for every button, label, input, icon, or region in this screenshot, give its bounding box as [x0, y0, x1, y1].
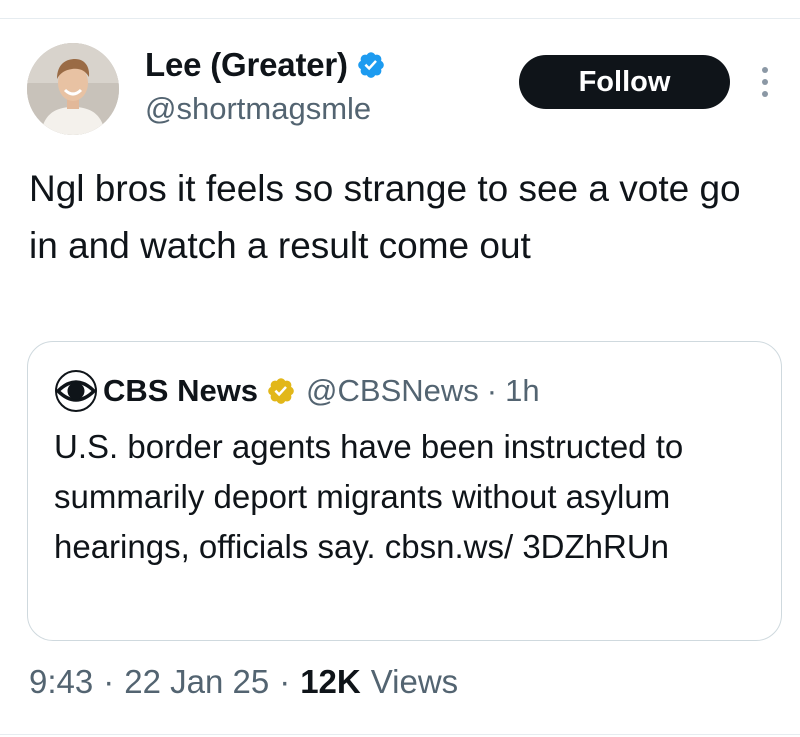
verified-badge-icon[interactable]: [356, 50, 386, 80]
cbs-eye-logo-icon[interactable]: [55, 370, 97, 412]
quoted-tweet-header: CBS News @CBSNews · 1h: [55, 370, 540, 412]
avatar-photo: [27, 43, 119, 135]
meta-separator: ·: [279, 663, 291, 700]
follow-button[interactable]: Follow: [519, 55, 730, 109]
quoted-tweet-time[interactable]: 1h: [505, 373, 539, 409]
author-name-row: Lee (Greater): [145, 46, 386, 84]
tweet-text: Ngl bros it feels so strange to see a vo…: [29, 168, 741, 266]
tweet-date[interactable]: 22 Jan 25: [124, 663, 269, 701]
top-divider: [0, 18, 800, 19]
tweet-meta: 9:43 · 22 Jan 25 · 12K Views: [29, 663, 458, 701]
quoted-tweet-text: U.S. border agents have been instructed …: [54, 428, 684, 565]
quoted-author-handle[interactable]: @CBSNews: [306, 373, 479, 409]
views-count: 12K: [300, 663, 361, 700]
meta-separator: ·: [103, 663, 115, 700]
gold-verified-badge-icon[interactable]: [266, 376, 296, 406]
quoted-tweet-card[interactable]: CBS News @CBSNews · 1h U.S. border agent…: [27, 341, 782, 641]
views-label: Views: [370, 663, 459, 700]
avatar[interactable]: [27, 43, 119, 135]
author-handle[interactable]: @shortmagsmle: [145, 91, 371, 127]
quoted-author-name[interactable]: CBS News: [103, 373, 258, 409]
more-options-icon[interactable]: [758, 62, 772, 102]
header-separator: ·: [486, 373, 498, 408]
tweet-time[interactable]: 9:43: [29, 663, 93, 701]
author-display-name[interactable]: Lee (Greater): [145, 46, 348, 84]
bottom-divider: [0, 734, 800, 735]
